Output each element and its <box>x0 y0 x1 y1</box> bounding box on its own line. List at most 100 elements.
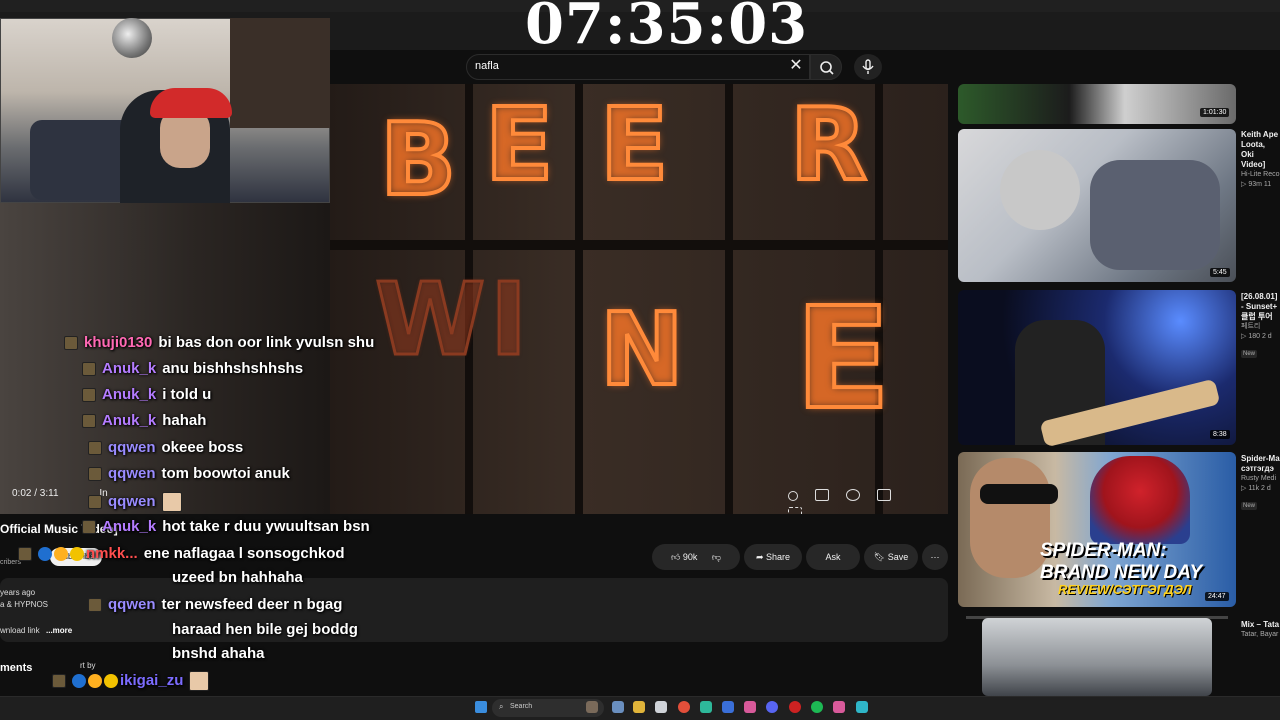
app-icon[interactable] <box>722 701 734 713</box>
share-icon: ➦ <box>755 552 764 562</box>
thumbnail-figure <box>1000 150 1080 230</box>
video-duration-badge: 1:01:30 <box>1200 108 1230 117</box>
chat-avatar-icon <box>18 547 32 562</box>
mix-playlist-thumbnail[interactable] <box>982 618 1212 696</box>
app-icon[interactable] <box>856 701 868 713</box>
chat-emote-icon <box>189 671 210 691</box>
related-video-info[interactable]: Mix – Tata Tatar, Bayar <box>1241 620 1280 640</box>
chat-message-text: i told u <box>162 386 212 403</box>
chat-badge-icon <box>70 547 84 562</box>
app-icon[interactable] <box>700 701 712 713</box>
chat-username: qqwen <box>108 439 156 456</box>
share-button[interactable]: ➦ Share <box>744 544 802 570</box>
search-button[interactable] <box>810 54 842 80</box>
chat-username: khuji0130 <box>84 334 153 351</box>
chat-message-text: ene naflagaa l sonsogchkod <box>143 545 345 562</box>
related-video-title: [26.08.01] <box>1241 292 1278 301</box>
app-icon[interactable] <box>744 701 756 713</box>
neon-letter: N <box>598 291 686 408</box>
thumbnail-overlay-text: REVIEW/СЭТГЭГДЭЛ <box>1058 582 1192 597</box>
channel-name: 페트리 <box>1241 323 1261 330</box>
webcam-shelf <box>230 18 330 128</box>
spotify-icon[interactable] <box>811 701 823 713</box>
channel-name: Hi-Lite Reco <box>1241 171 1280 178</box>
thumbnail-overlay-text: SPIDER-MAN: <box>1040 540 1167 561</box>
chat-avatar-icon <box>82 362 96 377</box>
chrome-icon[interactable] <box>678 701 690 713</box>
channel-name: Tatar, Bayar <box>1241 631 1279 638</box>
voice-search-button[interactable] <box>854 54 882 80</box>
theater-mode-icon[interactable] <box>877 489 891 501</box>
disco-ball <box>112 18 152 58</box>
stream-chat-overlay: khuji0130 bi bas don oor link yvulsn shu A… <box>0 320 420 715</box>
opera-icon[interactable] <box>789 701 801 713</box>
chat-username: qqwen <box>108 492 156 510</box>
start-menu-icon[interactable] <box>475 701 487 713</box>
related-video-title: Spider-Ma <box>1241 454 1280 463</box>
thumbs-down-icon[interactable]: 👎︎ <box>712 552 721 562</box>
new-badge: New <box>1241 502 1258 510</box>
chat-message-text: okeee boss <box>161 439 244 456</box>
window-grid-line <box>725 84 733 514</box>
file-explorer-icon[interactable] <box>633 701 645 713</box>
ask-button[interactable]: Ask <box>806 544 860 570</box>
chat-message: Anuk_k anu bishhshshhshs <box>82 360 303 377</box>
chat-emote-icon <box>161 492 182 512</box>
chat-username: Anuk_k <box>102 518 157 535</box>
neon-letter: B <box>378 101 458 218</box>
save-button[interactable]: 🔖︎ Save <box>864 544 918 570</box>
subtitles-icon[interactable] <box>815 489 829 501</box>
bookmark-icon: 🔖︎ <box>873 552 886 562</box>
related-video-title: Loota, Oki <box>1241 140 1265 159</box>
app-icon[interactable] <box>833 701 845 713</box>
thumbnail-figure <box>1090 160 1220 270</box>
related-video-info[interactable]: Spider-Ma сэтгэгдэ Rusty Medi ▷ 11k 2 d … <box>1241 454 1280 512</box>
more-actions-button[interactable]: ⋯ <box>922 544 948 570</box>
screen: nafla ✕ B E E R W I N E 0:02 / 3:11 In 0… <box>0 0 1280 720</box>
chat-message: khuji0130 bi bas don oor link yvulsn shu <box>64 334 374 351</box>
thumbnail-person <box>970 458 1050 578</box>
chat-avatar-icon <box>88 495 102 509</box>
video-duration-badge: 8:38 <box>1210 430 1230 439</box>
ask-label: Ask <box>825 552 841 562</box>
settings-gear-icon[interactable] <box>846 489 860 501</box>
task-view-icon[interactable] <box>612 701 624 713</box>
view-count: ▷ 93m 11 <box>1241 181 1272 188</box>
related-video-thumbnail[interactable] <box>958 84 1236 124</box>
share-label: Share <box>766 552 791 562</box>
thumbnail-sunglasses <box>980 484 1058 504</box>
red-cap <box>150 88 232 118</box>
more-dots-icon: ⋯ <box>930 552 940 562</box>
related-video-title: 클럽 투어 <box>1241 312 1273 321</box>
related-video-title: - Sunset+ <box>1241 302 1278 311</box>
chat-badge-icon <box>104 674 118 688</box>
search-icon: ⌕ <box>499 702 504 711</box>
chat-badge-icon <box>72 674 86 688</box>
search-input[interactable] <box>466 54 810 80</box>
chat-badge-icon <box>54 547 68 562</box>
chat-message: qqwen ter newsfeed deer n bgag <box>88 596 342 613</box>
neon-letter: I <box>488 261 528 378</box>
clear-search-icon[interactable]: ✕ <box>788 57 804 75</box>
chat-avatar-icon <box>88 441 102 456</box>
chat-badge-icon <box>38 547 52 562</box>
thumbnail-overlay-text: BRAND NEW DAY <box>1040 562 1203 583</box>
chat-avatar-icon <box>82 388 96 403</box>
save-label: Save <box>887 552 909 562</box>
autoplay-toggle-icon[interactable] <box>788 491 798 501</box>
like-button[interactable]: 👍︎ 90k 👎︎ <box>652 544 740 570</box>
neon-letter: E <box>598 86 670 203</box>
related-video-info[interactable]: Keith Ape Loota, Oki Video] Hi-Lite Reco… <box>1241 130 1280 190</box>
discord-icon[interactable] <box>766 701 778 713</box>
search-query-text[interactable]: nafla <box>475 60 499 72</box>
related-video-info[interactable]: [26.08.01] - Sunset+ 클럽 투어 페트리 ▷ 180 2 d… <box>1241 292 1280 360</box>
chat-message-text: anu bishhshshhshs <box>162 360 304 377</box>
chat-message: Anuk_k i told u <box>82 386 211 403</box>
video-duration-badge: 24:47 <box>1205 592 1229 601</box>
related-video-title: Mix – Tata <box>1241 620 1280 629</box>
app-icon[interactable] <box>655 701 667 713</box>
view-count: ▷ 11k 2 d <box>1241 485 1271 492</box>
widget-icon[interactable] <box>586 701 598 713</box>
chat-username: Anuk_k <box>102 360 157 377</box>
thumbs-up-icon: 👍︎ <box>670 552 681 562</box>
